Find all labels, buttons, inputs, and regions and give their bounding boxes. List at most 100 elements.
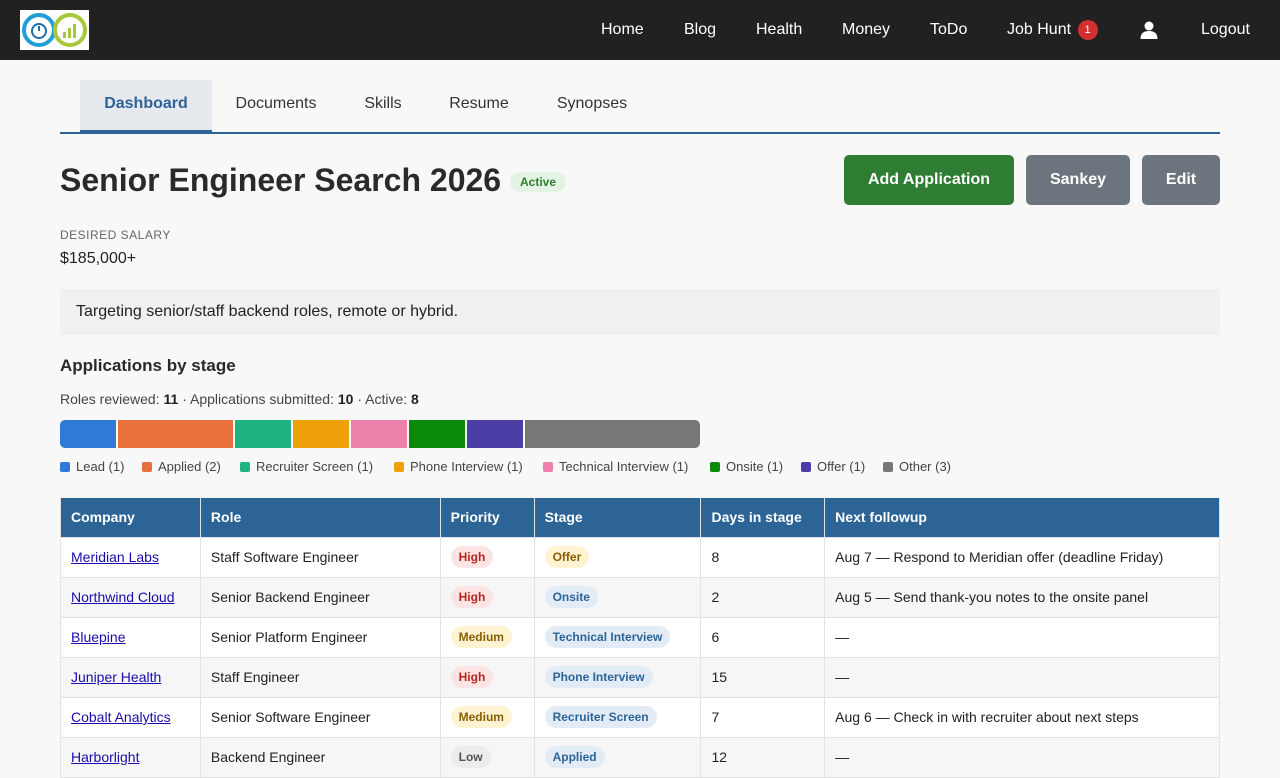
logo-icon xyxy=(22,13,87,47)
stage-summary: Roles reviewed: 11 · Applications submit… xyxy=(60,391,419,407)
cell-role: Backend Engineer xyxy=(199,736,441,778)
cell-days: 6 xyxy=(700,616,826,658)
company-link[interactable]: Harborlight xyxy=(71,749,139,765)
cell-role: Staff Engineer xyxy=(199,656,441,698)
table-row: Juniper Health Staff Engineer High Phone In… xyxy=(60,656,1220,698)
nav-health[interactable]: Health xyxy=(756,0,802,60)
stage-segment-offer[interactable] xyxy=(467,420,524,448)
company-link[interactable]: Meridian Labs xyxy=(71,549,159,565)
stage-badge: Applied xyxy=(544,746,605,768)
tab-skills[interactable]: Skills xyxy=(340,80,426,132)
cell-priority: Low xyxy=(439,736,535,778)
cell-followup: — xyxy=(824,616,1220,658)
cell-role: Senior Backend Engineer xyxy=(199,576,441,618)
legend-item: Technical Interview (1) xyxy=(543,459,688,475)
cell-company: Meridian Labs xyxy=(60,536,201,578)
cell-stage: Phone Interview xyxy=(533,656,702,698)
cell-priority: High xyxy=(439,576,535,618)
legend-label: Offer (1) xyxy=(817,459,866,474)
tab-synopses[interactable]: Synopses xyxy=(532,80,652,132)
table-row: Meridian Labs Staff Software Engineer High… xyxy=(60,536,1220,578)
stages-title: Applications by stage xyxy=(60,356,236,375)
user-icon[interactable] xyxy=(1139,20,1159,40)
active-count: 8 xyxy=(411,391,419,407)
notification-badge: 1 xyxy=(1077,20,1098,40)
company-link[interactable]: Cobalt Analytics xyxy=(71,709,171,725)
cell-stage: Applied xyxy=(533,736,702,778)
submitted-label: Applications submitted: xyxy=(190,391,334,407)
cell-role: Staff Software Engineer xyxy=(199,536,441,578)
nav-logout[interactable]: Logout xyxy=(1201,0,1250,60)
nav-job-hunt-label: Job Hunt xyxy=(1007,21,1072,38)
column-header-followup[interactable]: Next followup xyxy=(824,498,1220,538)
sankey-button[interactable]: Sankey xyxy=(1026,155,1130,205)
nav-job-hunt[interactable]: Job Hunt 1 xyxy=(1007,0,1098,60)
legend-swatch xyxy=(883,462,893,472)
tab-dashboard[interactable]: Dashboard xyxy=(80,80,212,133)
cell-priority: High xyxy=(439,656,535,698)
company-link[interactable]: Juniper Health xyxy=(71,669,161,685)
stage-segment-onsite[interactable] xyxy=(409,420,466,448)
active-label: Active: xyxy=(365,391,408,407)
stage-segment-lead[interactable] xyxy=(60,420,117,448)
legend-swatch xyxy=(710,462,720,472)
cell-priority: Medium xyxy=(439,696,535,738)
nav-blog[interactable]: Blog xyxy=(684,0,716,60)
edit-button[interactable]: Edit xyxy=(1142,155,1220,205)
priority-badge: High xyxy=(450,546,494,568)
cell-days: 12 xyxy=(700,736,826,778)
legend-item: Recruiter Screen (1) xyxy=(240,459,373,475)
column-header-company[interactable]: Company xyxy=(60,498,201,538)
table-row: Northwind Cloud Senior Backend Engineer Hi… xyxy=(60,576,1220,618)
stage-segment-applied[interactable] xyxy=(118,420,233,448)
tab-resume[interactable]: Resume xyxy=(426,80,532,132)
cell-followup: Aug 7 — Respond to Meridian offer (deadl… xyxy=(824,536,1220,578)
company-link[interactable]: Northwind Cloud xyxy=(71,589,175,605)
legend-label: Applied (2) xyxy=(158,459,221,474)
column-header-role[interactable]: Role xyxy=(199,498,441,538)
cell-followup: — xyxy=(824,656,1220,698)
column-header-stage[interactable]: Stage xyxy=(533,498,702,538)
page-title: Senior Engineer Search 2026 xyxy=(60,162,502,198)
cell-stage: Offer xyxy=(533,536,702,578)
legend-item: Applied (2) xyxy=(142,459,221,475)
column-header-days[interactable]: Days in stage xyxy=(700,498,826,538)
cell-stage: Onsite xyxy=(533,576,702,618)
nav-home[interactable]: Home xyxy=(601,0,644,60)
cell-days: 2 xyxy=(700,576,826,618)
legend-item: Offer (1) xyxy=(801,459,865,475)
cell-priority: Medium xyxy=(439,616,535,658)
legend-item: Lead (1) xyxy=(60,459,124,475)
cell-company: Bluepine xyxy=(60,616,201,658)
table-row: Bluepine Senior Platform Engineer Medium Te… xyxy=(60,616,1220,658)
legend-swatch xyxy=(60,462,70,472)
legend-label: Lead (1) xyxy=(76,459,125,474)
salary-label: DESIRED SALARY xyxy=(60,228,171,242)
cell-days: 7 xyxy=(700,696,826,738)
stage-segment-phone-interview[interactable] xyxy=(292,420,349,448)
top-nav: Home Blog Health Money ToDo Job Hunt 1 L… xyxy=(0,0,1280,60)
cell-role: Senior Platform Engineer xyxy=(199,616,441,658)
priority-badge: High xyxy=(450,586,494,608)
submitted-count: 10 xyxy=(337,391,354,407)
cell-role: Senior Software Engineer xyxy=(199,696,441,738)
nav-money[interactable]: Money xyxy=(842,0,890,60)
app-logo[interactable] xyxy=(20,10,89,50)
stage-badge: Recruiter Screen xyxy=(544,706,657,728)
cell-days: 8 xyxy=(700,536,826,578)
stage-segment-technical-interview[interactable] xyxy=(350,420,408,448)
cell-company: Cobalt Analytics xyxy=(60,696,201,738)
cell-stage: Recruiter Screen xyxy=(533,696,702,738)
stage-segment-recruiter-screen[interactable] xyxy=(234,420,291,448)
stage-segment-other[interactable] xyxy=(525,420,700,448)
priority-badge: Medium xyxy=(450,626,512,648)
company-link[interactable]: Bluepine xyxy=(71,629,126,645)
tab-documents[interactable]: Documents xyxy=(212,80,340,132)
legend-swatch xyxy=(394,462,404,472)
legend-swatch xyxy=(801,462,811,472)
priority-badge: Low xyxy=(450,746,491,768)
nav-todo[interactable]: ToDo xyxy=(930,0,967,60)
legend-swatch xyxy=(142,462,152,472)
add-application-button[interactable]: Add Application xyxy=(844,155,1014,205)
column-header-priority[interactable]: Priority xyxy=(439,498,535,538)
